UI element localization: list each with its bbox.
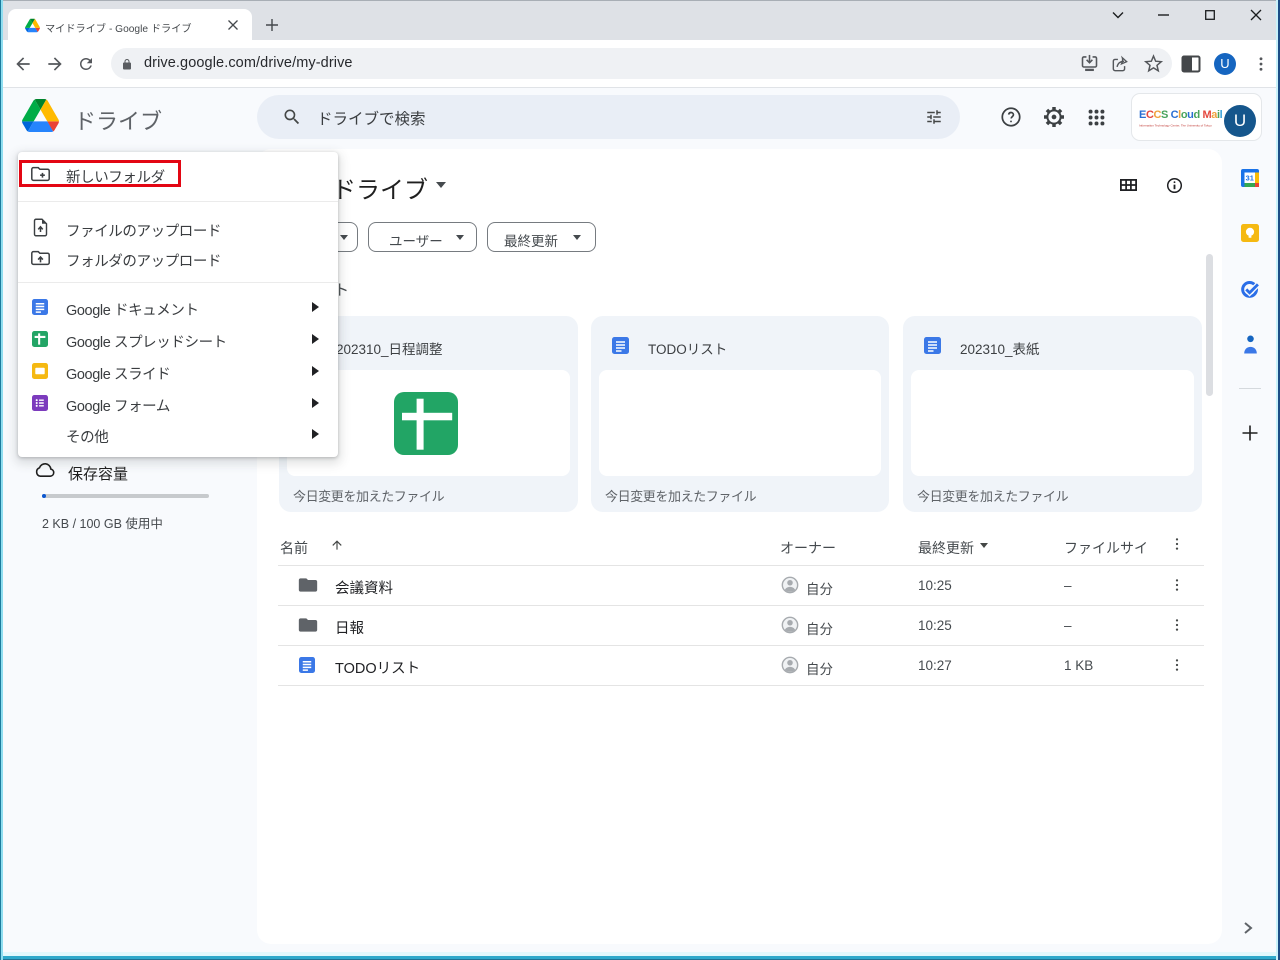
svg-text:31: 31: [1246, 174, 1254, 183]
